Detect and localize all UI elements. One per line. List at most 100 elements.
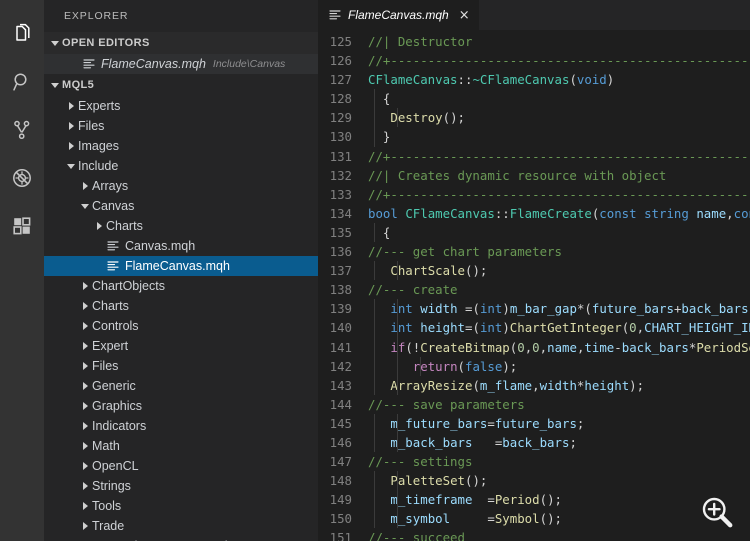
- chevron-right-icon[interactable]: [64, 119, 78, 133]
- editor-tabs: FlameCanvas.mqh ×: [318, 0, 750, 30]
- chevron-right-icon[interactable]: [78, 299, 92, 313]
- tree-folder-math[interactable]: Math: [44, 436, 318, 456]
- chevron-right-icon[interactable]: [78, 319, 92, 333]
- line-number: 151: [329, 530, 352, 541]
- section-header-open-editors[interactable]: OPEN EDITORS: [44, 32, 318, 54]
- chevron-right-icon[interactable]: [78, 379, 92, 393]
- open-editor-item[interactable]: FlameCanvas.mqh Include\Canvas: [44, 54, 318, 74]
- chevron-right-icon[interactable]: [78, 439, 92, 453]
- tree-folder-expert[interactable]: Expert: [44, 336, 318, 356]
- chevron-down-icon[interactable]: [48, 36, 62, 50]
- code-token: //+-------------------------------------…: [368, 148, 750, 164]
- indent-guide: [396, 318, 398, 338]
- tree-folder-images[interactable]: Images: [44, 136, 318, 156]
- code-token: Period: [494, 492, 540, 508]
- line-number: 130: [329, 129, 352, 145]
- chevron-down-icon[interactable]: [78, 199, 92, 213]
- tree-file-flamecanvas-mqh[interactable]: FlameCanvas.mqh: [44, 256, 318, 276]
- tree-folder-controls[interactable]: Controls: [44, 316, 318, 336]
- chevron-right-icon[interactable]: [64, 99, 78, 113]
- code-token: name: [696, 205, 727, 221]
- code-token: =(: [457, 301, 480, 317]
- chevron-right-icon[interactable]: [78, 479, 92, 493]
- code-editor[interactable]: 125 //| Destructor 126 //+-----------------…: [318, 30, 750, 541]
- code-token: ~CFlameCanvas: [472, 72, 570, 88]
- tree-folder-files[interactable]: Files: [44, 356, 318, 376]
- explorer-tree: OPEN EDITORS FlameCanvas.mqh Include\Canva…: [44, 32, 318, 541]
- chevron-right-icon[interactable]: [78, 339, 92, 353]
- chevron-right-icon[interactable]: [78, 399, 92, 413]
- editor-tab[interactable]: FlameCanvas.mqh ×: [318, 0, 480, 30]
- chevron-right-icon[interactable]: [78, 279, 92, 293]
- code-token: ();: [465, 473, 488, 489]
- file-lines-icon: [82, 57, 96, 71]
- zoom-in-icon[interactable]: [696, 491, 738, 533]
- extensions-icon[interactable]: [0, 202, 44, 250]
- chevron-right-icon[interactable]: [92, 219, 106, 233]
- indent-guide: [396, 261, 398, 281]
- tree-folder-generic[interactable]: Generic: [44, 376, 318, 396]
- close-icon[interactable]: ×: [459, 9, 470, 22]
- line-number: 125: [329, 34, 352, 49]
- code-line: 132 //| Creates dynamic resource with obj…: [318, 166, 750, 185]
- line-content: bool CFlameCanvas::FlameCreate(const str…: [366, 204, 750, 223]
- line-content: {: [366, 222, 390, 243]
- line-content: if(!CreateBitmap(0,0,name,time-back_bars…: [366, 337, 750, 357]
- tree-folder-arrays[interactable]: Arrays: [44, 176, 318, 196]
- source-control-icon[interactable]: [0, 106, 44, 154]
- code-token: CHART_HEIGHT_IN_PI: [644, 320, 750, 336]
- chevron-right-icon[interactable]: [78, 499, 92, 513]
- tree-folder-tools[interactable]: Tools: [44, 496, 318, 516]
- chevron-right-icon[interactable]: [78, 459, 92, 473]
- tree-folder-charts[interactable]: Charts: [44, 296, 318, 316]
- line-content: m_timeframe =Period();: [366, 490, 562, 510]
- code-token: PaletteSet: [390, 473, 465, 489]
- chevron-right-icon[interactable]: [78, 419, 92, 433]
- open-editor-label: FlameCanvas.mqh: [101, 57, 206, 71]
- tree-file-canvas-mqh[interactable]: Canvas.mqh: [44, 236, 318, 256]
- tree-folder-experts[interactable]: Experts: [44, 96, 318, 116]
- chevron-down-icon[interactable]: [64, 159, 78, 173]
- section-header-mql5[interactable]: MQL5: [44, 74, 318, 96]
- run-debug-disabled-icon[interactable]: [0, 154, 44, 202]
- tree-item-label: Charts: [106, 219, 143, 233]
- chevron-right-icon[interactable]: [78, 359, 92, 373]
- chevron-right-icon[interactable]: [64, 139, 78, 153]
- code-token: //--- create: [368, 282, 458, 298]
- code-token: //--- settings: [368, 454, 473, 470]
- code-token: bool: [368, 205, 398, 221]
- tree-folder-canvas[interactable]: Canvas: [44, 196, 318, 216]
- file-lines-icon: [106, 259, 120, 273]
- tree-folder-chartobjects[interactable]: ChartObjects: [44, 276, 318, 296]
- tree-folder-opencl[interactable]: OpenCL: [44, 456, 318, 476]
- code-line: 142 return(false);: [318, 356, 750, 376]
- line-content: //+-------------------------------------…: [366, 185, 750, 204]
- tree-folder-include[interactable]: Include: [44, 156, 318, 176]
- chevron-right-icon[interactable]: [78, 179, 92, 193]
- indent-guide: [374, 108, 375, 128]
- code-line: 144 //--- save parameters: [318, 395, 750, 414]
- chevron-right-icon[interactable]: [78, 519, 92, 533]
- code-token: 0: [517, 339, 525, 355]
- tree-folder-indicators[interactable]: Indicators: [44, 416, 318, 436]
- tree-folder-charts[interactable]: Charts: [44, 216, 318, 236]
- code-token: ::: [494, 205, 510, 221]
- tree-folder-graphics[interactable]: Graphics: [44, 396, 318, 416]
- code-token: m_symbol: [390, 511, 451, 527]
- tree-folder-trade[interactable]: Trade: [44, 516, 318, 536]
- tree-folder-files[interactable]: Files: [44, 116, 318, 136]
- search-icon[interactable]: [0, 58, 44, 106]
- file-lines-icon: [106, 239, 120, 253]
- tree-folder-strings[interactable]: Strings: [44, 476, 318, 496]
- code-token: //--- get chart parameters: [368, 244, 562, 260]
- indent-guide: [374, 127, 375, 147]
- code-token: back_bars: [502, 434, 570, 450]
- explorer-icon[interactable]: [0, 10, 44, 58]
- tree-file-movingaverages-mqh[interactable]: MovingAverages.mqh: [44, 536, 318, 541]
- code-token: -: [614, 339, 622, 355]
- indent-guide: [374, 318, 375, 338]
- chevron-down-icon[interactable]: [48, 78, 62, 92]
